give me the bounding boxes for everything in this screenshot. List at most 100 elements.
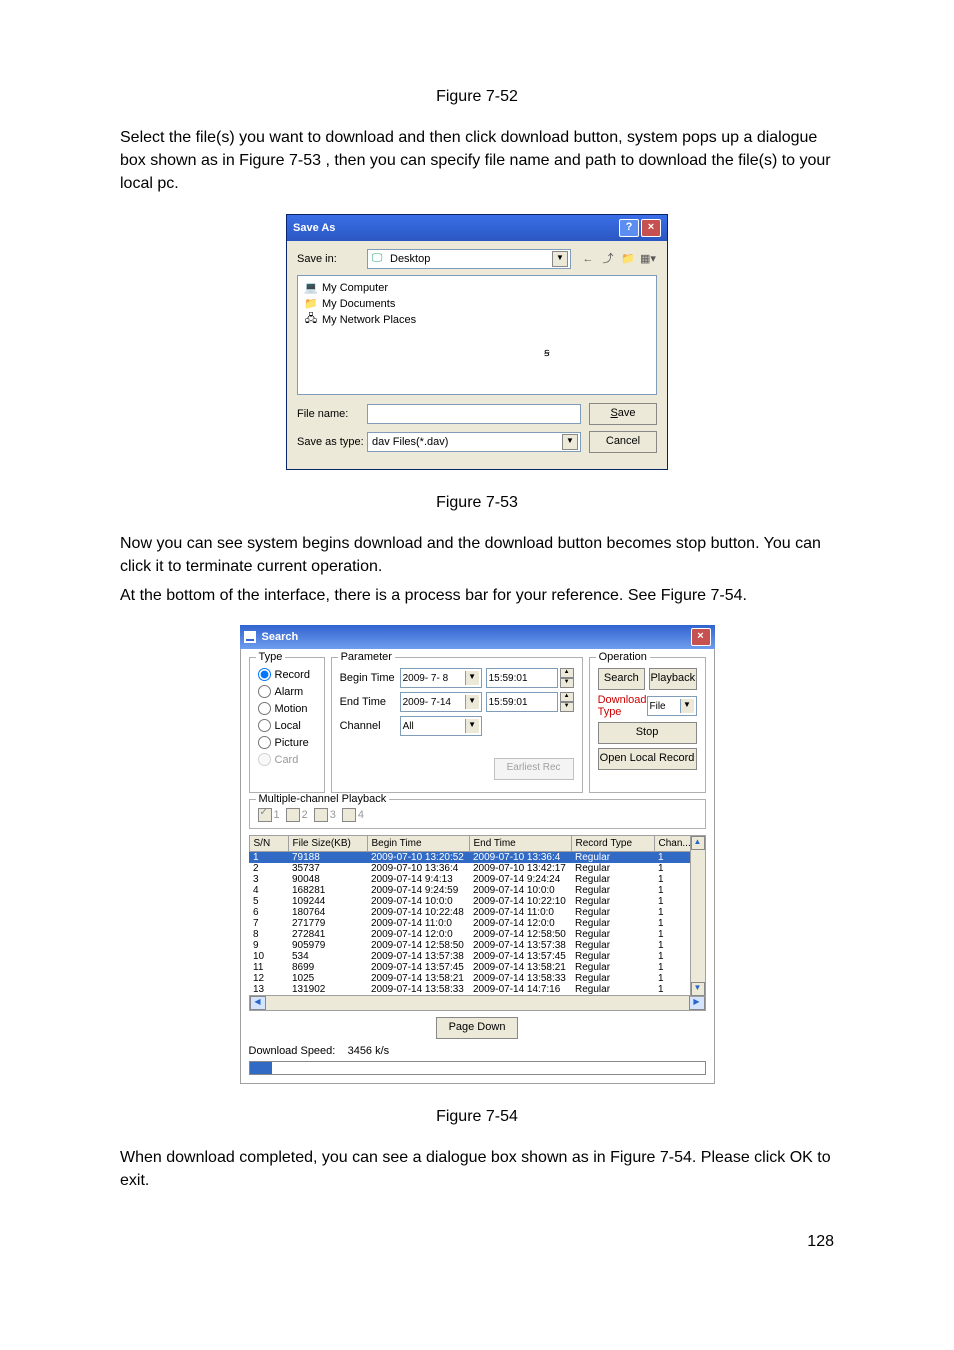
save-in-combo[interactable]: 🖵 Desktop ▼	[367, 249, 571, 269]
table-row[interactable]: 51092442009-07-14 10:0:02009-07-14 10:22…	[249, 896, 705, 907]
cell-type: Regular	[571, 962, 654, 973]
cell-begin: 2009-07-14 12:0:0	[367, 929, 469, 940]
col-size[interactable]: File Size(KB)	[288, 836, 367, 852]
folder-icon: 📁	[304, 297, 318, 310]
cell-type: Regular	[571, 863, 654, 874]
list-item[interactable]: 💻 My Computer	[304, 280, 650, 296]
list-item[interactable]: 🖧 My Network Places	[304, 312, 650, 328]
table-row[interactable]: 1791882009-07-10 13:20:522009-07-10 13:3…	[249, 852, 705, 864]
open-local-record-button[interactable]: Open Local Record	[598, 748, 697, 770]
parameter-group-title: Parameter	[338, 651, 395, 663]
up-icon[interactable]: ⤴	[599, 250, 617, 268]
cell-begin: 2009-07-14 9:4:13	[367, 874, 469, 885]
file-name-input[interactable]	[367, 404, 581, 424]
chevron-down-icon[interactable]: ▼	[465, 719, 479, 733]
channel-1-checkbox	[258, 808, 272, 822]
cell-end: 2009-07-14 13:57:38	[469, 940, 571, 951]
back-icon[interactable]: ←	[579, 250, 597, 268]
col-type[interactable]: Record Type	[571, 836, 654, 852]
col-end[interactable]: End Time	[469, 836, 571, 852]
close-button[interactable]: ×	[641, 219, 661, 237]
chevron-down-icon[interactable]: ▼	[680, 699, 694, 713]
chevron-down-icon[interactable]: ▼	[562, 434, 578, 450]
body-paragraph-2b: At the bottom of the interface, there is…	[120, 584, 834, 607]
type-group-title: Type	[256, 651, 286, 663]
body-paragraph-1: Select the file(s) you want to download …	[120, 126, 834, 196]
table-row[interactable]: 82728412009-07-14 12:0:02009-07-14 12:58…	[249, 929, 705, 940]
radio-local[interactable]: Local	[258, 719, 316, 732]
search-titlebar: Search ×	[240, 625, 715, 649]
cell-size: 168281	[288, 885, 367, 896]
cancel-button[interactable]: Cancel	[589, 431, 657, 453]
vertical-scrollbar[interactable]: ▲ ▼	[690, 835, 706, 997]
list-item[interactable]: 📁 My Documents	[304, 296, 650, 312]
stop-button[interactable]: Stop	[598, 722, 697, 744]
views-icon[interactable]: ▦▾	[639, 250, 657, 268]
new-folder-icon[interactable]: 📁	[619, 250, 637, 268]
scroll-down-icon[interactable]: ▼	[691, 982, 705, 996]
search-button[interactable]: Search	[598, 668, 645, 690]
table-row[interactable]: 1186992009-07-14 13:57:452009-07-14 13:5…	[249, 962, 705, 973]
col-begin[interactable]: Begin Time	[367, 836, 469, 852]
figure-caption-753: Figure 7-53	[120, 494, 834, 512]
cell-sn: 11	[249, 962, 288, 973]
save-as-type-combo[interactable]: dav Files(*.dav) ▼	[367, 432, 581, 452]
scroll-left-icon[interactable]: ◀	[250, 996, 266, 1010]
cell-begin: 2009-07-14 13:58:21	[367, 973, 469, 984]
cell-end: 2009-07-14 11:0:0	[469, 907, 571, 918]
cell-sn: 9	[249, 940, 288, 951]
playback-button[interactable]: Playback	[649, 668, 696, 690]
end-time-input[interactable]: 15:59:01	[486, 692, 558, 712]
help-button[interactable]: ?	[619, 219, 639, 237]
save-button[interactable]: Save	[589, 403, 657, 425]
network-icon: 🖧	[304, 310, 318, 329]
chevron-down-icon[interactable]: ▼	[552, 251, 568, 267]
radio-motion[interactable]: Motion	[258, 702, 316, 715]
table-row[interactable]: 131319022009-07-14 13:58:332009-07-14 14…	[249, 984, 705, 995]
table-row[interactable]: 99059792009-07-14 12:58:502009-07-14 13:…	[249, 940, 705, 951]
download-speed-label: Download Speed:	[249, 1045, 336, 1057]
minimize-icon[interactable]	[244, 631, 256, 643]
chevron-down-icon[interactable]: ▼	[465, 671, 479, 685]
save-as-type-value: dav Files(*.dav)	[370, 436, 562, 448]
table-row[interactable]: 72717792009-07-14 11:0:02009-07-14 12:0:…	[249, 918, 705, 929]
begin-date-input[interactable]: 2009- 7- 8▼	[400, 668, 482, 688]
cell-type: Regular	[571, 973, 654, 984]
time-spinner[interactable]: ▲▼	[560, 692, 574, 712]
folder-toolbar: ← ⤴ 📁 ▦▾	[577, 250, 657, 268]
begin-time-input[interactable]: 15:59:01	[486, 668, 558, 688]
radio-picture[interactable]: Picture	[258, 736, 316, 749]
time-spinner[interactable]: ▲▼	[560, 668, 574, 688]
end-date-input[interactable]: 2009- 7-14▼	[400, 692, 482, 712]
cell-type: Regular	[571, 885, 654, 896]
table-row[interactable]: 1210252009-07-14 13:58:212009-07-14 13:5…	[249, 973, 705, 984]
operation-group-title: Operation	[596, 651, 650, 663]
search-title-text: Search	[262, 631, 689, 643]
download-progress	[249, 1061, 706, 1075]
cell-type: Regular	[571, 896, 654, 907]
table-row[interactable]: 3900482009-07-14 9:4:132009-07-14 9:24:2…	[249, 874, 705, 885]
col-sn[interactable]: S/N	[249, 836, 288, 852]
scroll-right-icon[interactable]: ▶	[689, 996, 705, 1010]
scroll-up-icon[interactable]: ▲	[691, 836, 705, 850]
radio-alarm[interactable]: Alarm	[258, 685, 316, 698]
table-row[interactable]: 2357372009-07-10 13:36:42009-07-10 13:42…	[249, 863, 705, 874]
item-label: My Documents	[322, 298, 395, 310]
channel-select[interactable]: All▼	[400, 716, 482, 736]
radio-card: Card	[258, 753, 316, 766]
table-row[interactable]: 105342009-07-14 13:57:382009-07-14 13:57…	[249, 951, 705, 962]
cell-sn: 13	[249, 984, 288, 995]
file-browser-area[interactable]: 💻 My Computer 📁 My Documents 🖧 My Networ…	[297, 275, 657, 395]
save-in-value: Desktop	[388, 253, 552, 265]
cell-type: Regular	[571, 984, 654, 995]
horizontal-scrollbar[interactable]: ◀ ▶	[249, 995, 706, 1011]
computer-icon: 💻	[304, 281, 318, 294]
download-type-select[interactable]: File▼	[647, 696, 697, 716]
page-down-button[interactable]: Page Down	[436, 1017, 518, 1039]
close-button[interactable]: ×	[691, 628, 711, 646]
cell-size: 271779	[288, 918, 367, 929]
chevron-down-icon[interactable]: ▼	[465, 695, 479, 709]
radio-record[interactable]: Record	[258, 668, 316, 681]
table-row[interactable]: 41682812009-07-14 9:24:592009-07-14 10:0…	[249, 885, 705, 896]
table-row[interactable]: 61807642009-07-14 10:22:482009-07-14 11:…	[249, 907, 705, 918]
